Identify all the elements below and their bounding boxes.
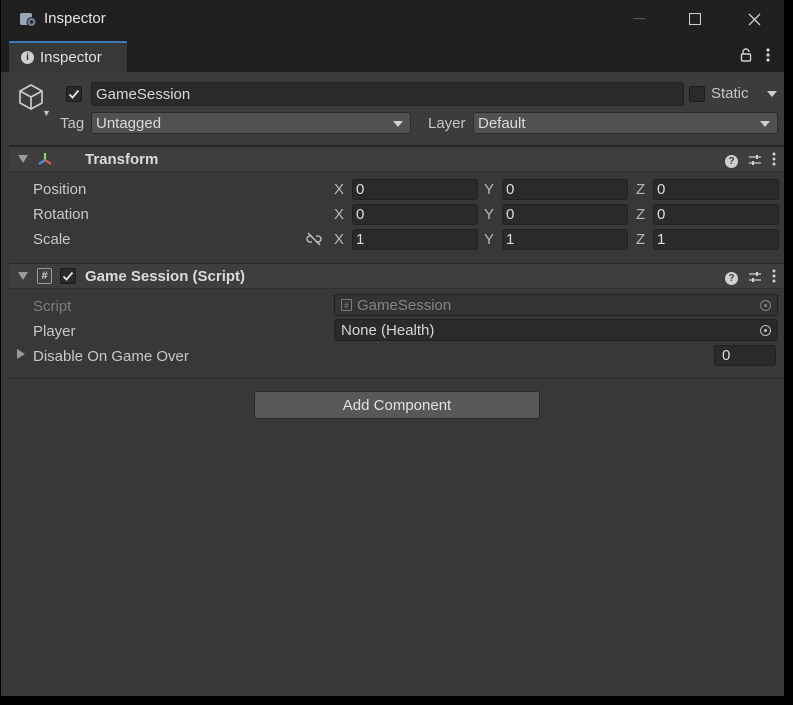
layer-dropdown[interactable]: Default [473,112,778,134]
info-icon: i [21,51,34,64]
position-label: Position [33,181,87,198]
axis-z-label[interactable]: Z [636,231,645,248]
tab-bar: i Inspector [1,38,784,72]
transform-title: Transform [85,151,159,168]
layer-value: Default [478,114,526,132]
transform-header-icons: ? [725,152,776,170]
kebab-menu-icon[interactable] [772,269,776,287]
rotation-label: Rotation [33,206,89,223]
tab-label: Inspector [40,49,102,66]
script-value: GameSession [357,296,452,314]
static-label: Static [711,85,749,102]
kebab-menu-icon[interactable] [772,152,776,170]
axis-y-label[interactable]: Y [484,181,494,198]
script-component-header[interactable]: # Game Session (Script) ? [9,263,784,289]
scale-label: Scale [33,231,71,248]
scale-x-field[interactable]: 1 [352,229,478,250]
axis-x-label[interactable]: X [334,181,344,198]
rotation-x-field[interactable]: 0 [352,204,478,225]
player-field[interactable]: None (Health) [334,319,778,341]
cube-icon[interactable] [17,82,45,112]
tag-value: Untagged [96,114,162,132]
static-dropdown-icon[interactable] [767,91,777,97]
script-field: # GameSession [334,294,778,316]
help-icon[interactable]: ? [725,154,738,168]
inspector-window: Inspector i Inspector ▼ GameSession Stat… [1,0,784,696]
script-label: Script [33,298,72,315]
unity-icon [19,10,37,28]
chevron-down-icon[interactable]: ▼ [42,108,51,118]
script-header-icons: ? [725,269,776,287]
lock-icon[interactable] [738,46,754,64]
player-label: Player [33,323,76,340]
position-y-field[interactable]: 0 [502,179,628,200]
divider [9,378,784,379]
disable-on-game-over-label[interactable]: Disable On Game Over [33,348,189,365]
axis-y-label[interactable]: Y [484,231,494,248]
chevron-down-icon [393,121,403,127]
gameobject-header: ▼ GameSession Static Tag Untagged Layer … [9,72,784,146]
axis-z-label[interactable]: Z [636,181,645,198]
minimize-icon[interactable] [619,6,659,32]
chevron-down-icon [760,121,770,127]
layer-label: Layer [428,115,466,132]
presets-icon[interactable] [748,270,762,287]
script-component-title: Game Session (Script) [85,268,246,285]
tag-label: Tag [60,115,85,132]
position-z-field[interactable]: 0 [653,179,779,200]
window-title: Inspector [44,10,106,27]
tab-inspector[interactable]: i Inspector [9,41,127,72]
position-x-field[interactable]: 0 [352,179,478,200]
active-checkbox[interactable] [66,86,82,102]
help-icon[interactable]: ? [725,271,738,285]
axis-x-label[interactable]: X [334,231,344,248]
axis-z-label[interactable]: Z [636,206,645,223]
scale-z-field[interactable]: 1 [653,229,779,250]
name-field[interactable]: GameSession [91,82,684,106]
maximize-icon[interactable] [675,6,715,32]
component-enabled-checkbox[interactable] [60,268,76,284]
scale-y-field[interactable]: 1 [502,229,628,250]
static-checkbox[interactable] [689,86,705,102]
rotation-y-field[interactable]: 0 [502,204,628,225]
transform-axes-icon [36,151,54,169]
script-hash-icon: # [37,268,52,284]
title-bar: Inspector [1,0,784,38]
unlinked-scale-icon[interactable] [306,232,322,246]
axis-x-label[interactable]: X [334,206,344,223]
script-hash-icon: # [341,299,352,311]
kebab-menu-icon[interactable] [760,46,776,64]
array-size-field[interactable]: 0 [714,345,776,366]
axis-y-label[interactable]: Y [484,206,494,223]
foldout-arrow-icon[interactable] [18,272,28,280]
add-component-button[interactable]: Add Component [254,391,540,419]
object-picker-icon[interactable] [760,325,771,336]
transform-header[interactable]: Transform ? [9,146,784,172]
tag-dropdown[interactable]: Untagged [91,112,411,134]
rotation-z-field[interactable]: 0 [653,204,779,225]
close-icon[interactable] [734,6,774,32]
object-picker-icon [760,300,771,311]
foldout-arrow-icon[interactable] [18,155,28,163]
presets-icon[interactable] [748,153,762,170]
player-value: None (Health) [341,321,435,339]
foldout-arrow-icon[interactable] [17,349,25,359]
